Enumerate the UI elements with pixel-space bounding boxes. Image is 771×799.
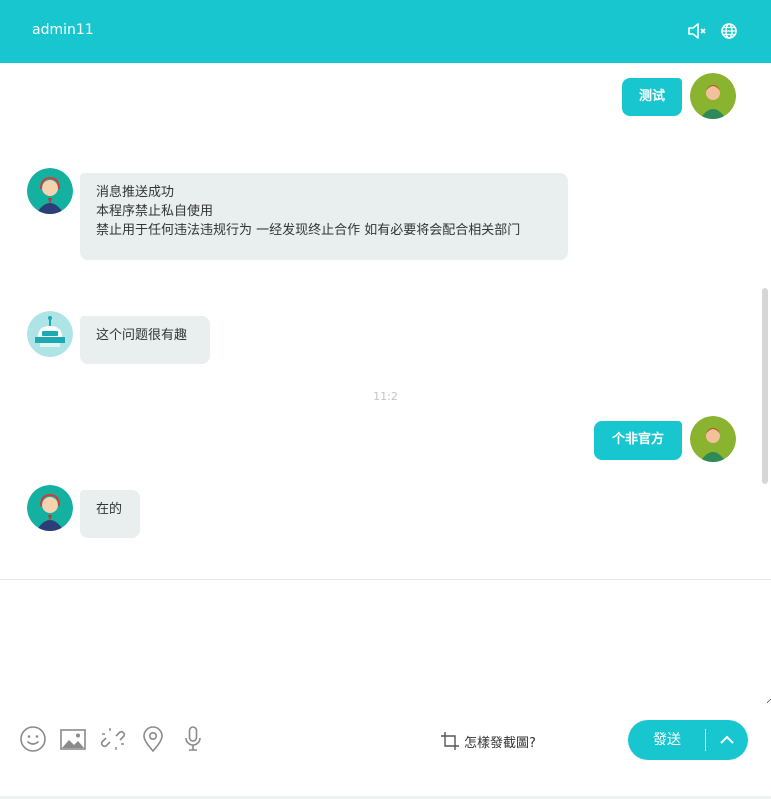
- message-bubble: 这个问题很有趣: [80, 316, 210, 364]
- location-icon[interactable]: [138, 724, 168, 754]
- link-icon[interactable]: [98, 724, 128, 754]
- message-line: 消息推送成功: [96, 185, 175, 200]
- send-button[interactable]: 發送: [628, 720, 706, 760]
- screenshot-help-link[interactable]: 怎樣發截圖?: [440, 731, 536, 751]
- message-bubble: 消息推送成功 本程序禁止私自使用 禁止用于任何违法违规行为 一经发现终止合作 如…: [80, 173, 568, 260]
- message-bubble: 个非官方: [594, 421, 682, 460]
- microphone-icon[interactable]: [178, 724, 208, 754]
- mute-icon[interactable]: [686, 20, 708, 42]
- message-bubble: 在的: [80, 490, 140, 538]
- header-title: admin11: [32, 22, 94, 38]
- image-icon[interactable]: [58, 724, 88, 754]
- user-avatar: [690, 73, 736, 119]
- chevron-up-icon[interactable]: [712, 720, 742, 760]
- user-avatar: [690, 416, 736, 462]
- timestamp: 11:2: [373, 390, 398, 403]
- agent-avatar: [27, 168, 73, 214]
- smiley-icon[interactable]: [18, 724, 48, 754]
- message-line: 本程序禁止私自使用: [96, 204, 214, 219]
- send-group: 發送: [628, 720, 748, 760]
- globe-icon[interactable]: [718, 20, 740, 42]
- message-bubble: 测试: [622, 78, 682, 116]
- chat-header: admin11: [0, 0, 771, 63]
- agent-avatar: [27, 485, 73, 531]
- screenshot-help-label: 怎樣發截圖?: [464, 735, 536, 751]
- scrollbar[interactable]: [762, 288, 768, 484]
- send-separator: [705, 729, 706, 751]
- robot-avatar: [27, 311, 73, 357]
- message-line: 禁止用于任何违法违规行为 一经发现终止合作 如有必要将会配合相关部门: [96, 223, 521, 238]
- message-list[interactable]: 测试 消息推送成功 本程序禁止私自使用 禁止用于任何违法违规行为 一经发现终止合…: [0, 63, 771, 579]
- crop-icon: [441, 732, 459, 750]
- message-input[interactable]: [0, 580, 771, 704]
